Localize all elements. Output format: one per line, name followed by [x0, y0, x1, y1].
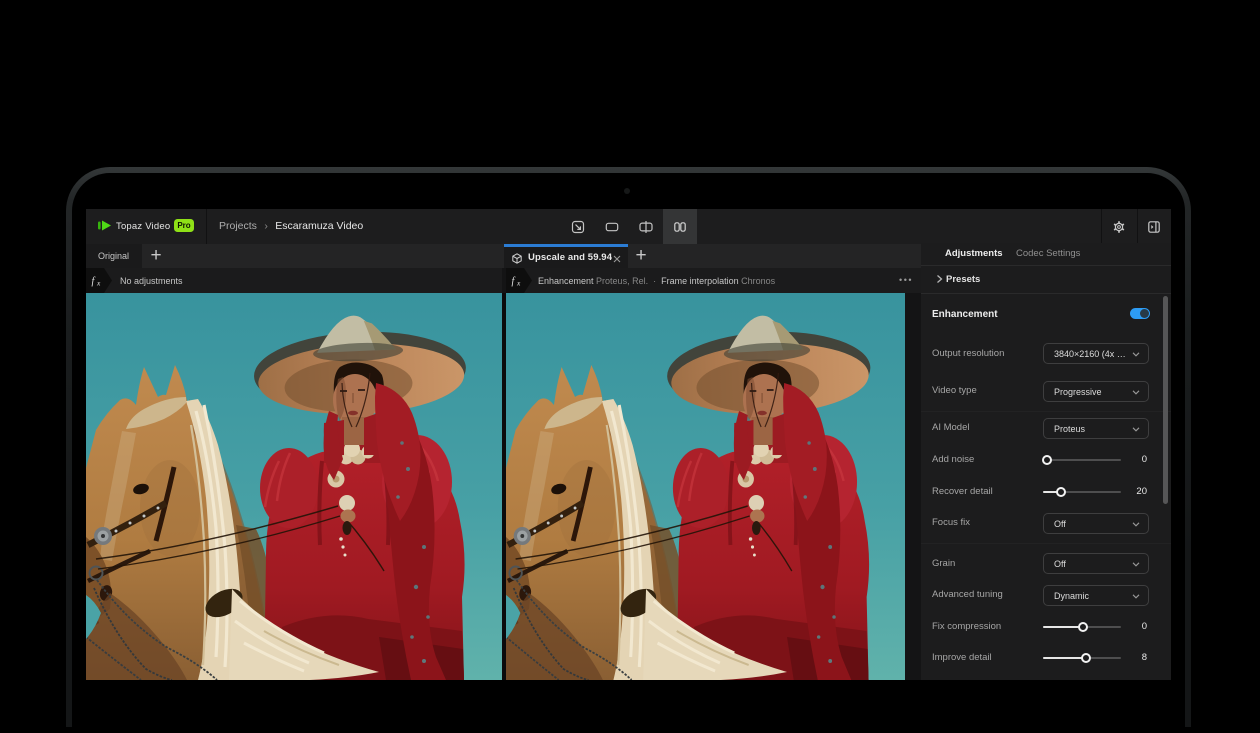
- svg-text:x: x: [516, 279, 521, 288]
- svg-text:x: x: [96, 279, 101, 288]
